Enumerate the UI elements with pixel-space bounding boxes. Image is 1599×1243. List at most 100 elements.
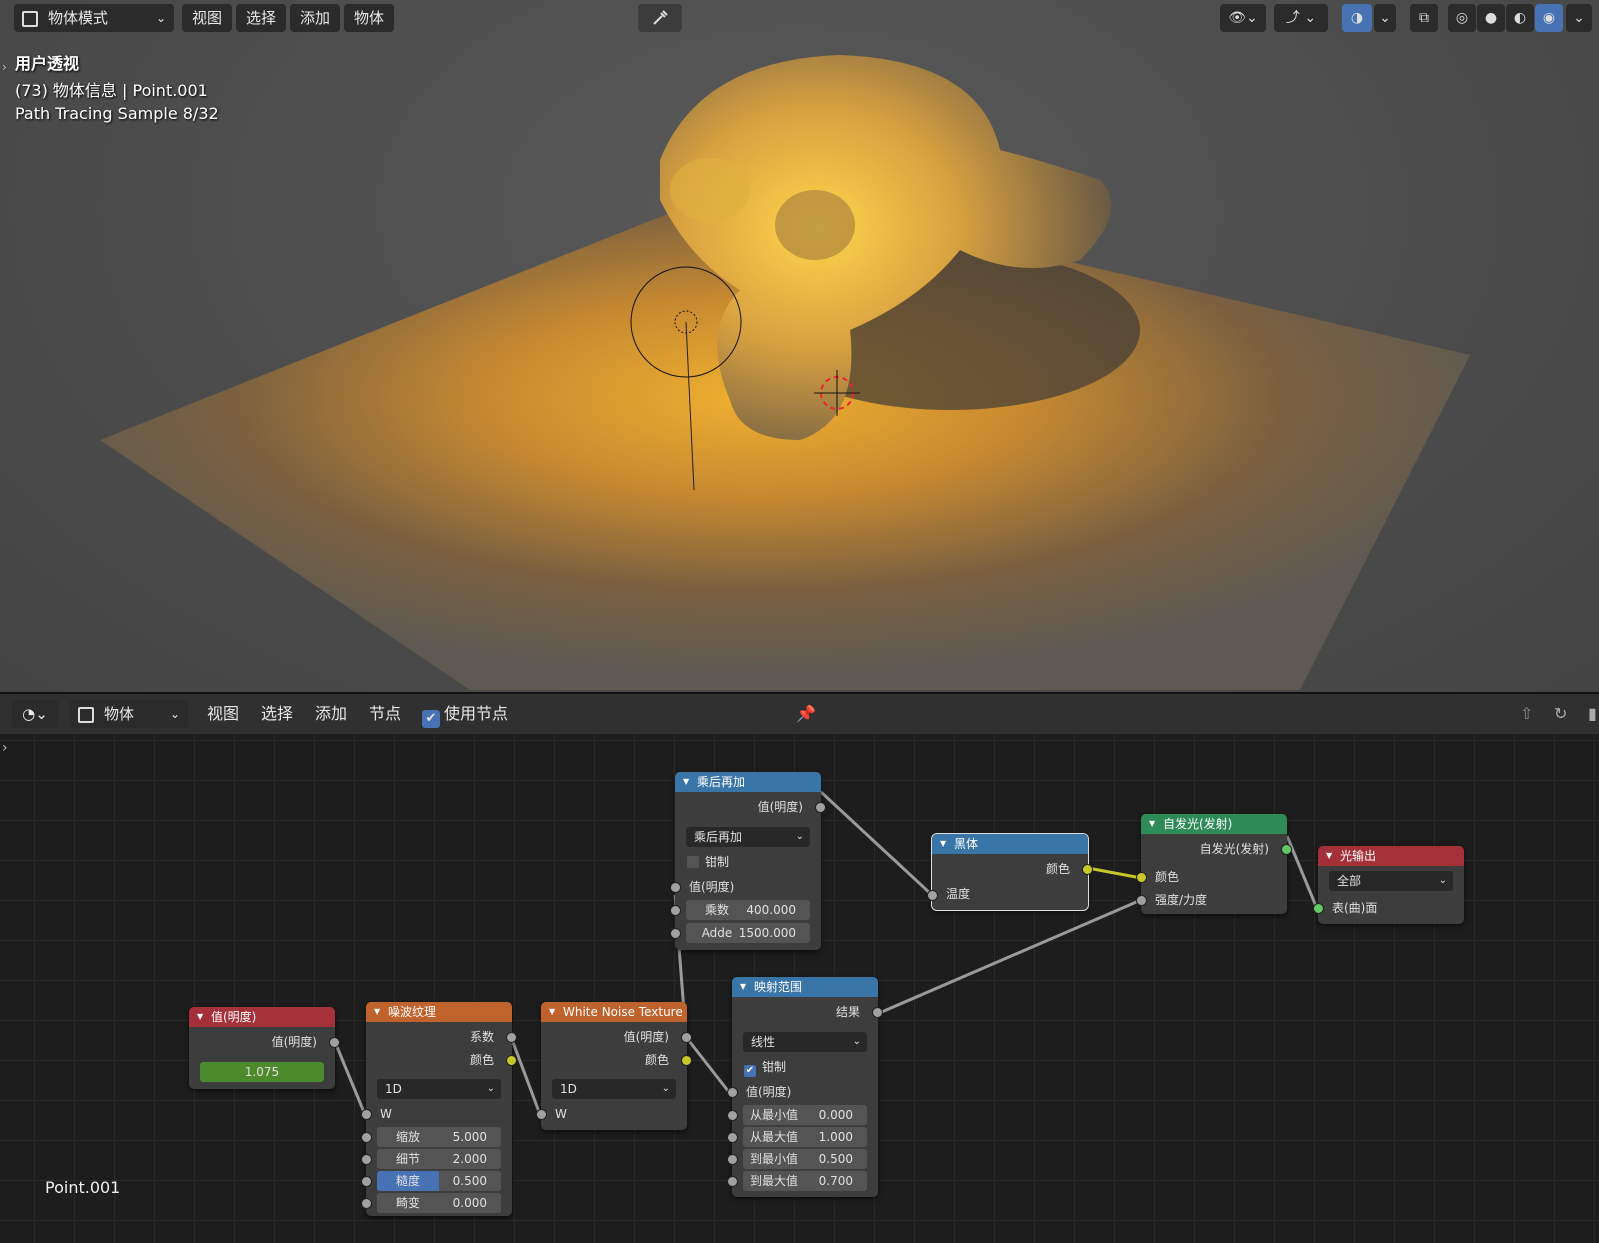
noise-distortion-value: 0.000 [452, 1196, 487, 1210]
noise-distortion-socket[interactable] [361, 1198, 372, 1209]
from-max-field[interactable]: 从最大值 1.000 [743, 1127, 867, 1147]
emission-strength-socket[interactable] [1136, 895, 1147, 906]
menu-select[interactable]: 选择 [236, 4, 286, 32]
noise-fac-socket[interactable] [506, 1032, 517, 1043]
white-noise-w-socket[interactable] [536, 1109, 547, 1120]
noise-scale-socket[interactable] [361, 1132, 372, 1143]
object-mode-label: 物体模式 [48, 9, 109, 27]
white-noise-dimension-dropdown[interactable]: 1D ⌄ [552, 1079, 676, 1099]
map-range-input-socket[interactable] [727, 1087, 738, 1098]
noise-color-socket[interactable] [506, 1055, 517, 1066]
map-range-clamp-checkbox[interactable]: ✔ 钳制 [744, 1059, 786, 1077]
gizmo-icon[interactable]: ⤴ ⌄ [1274, 4, 1328, 32]
link-noise-to-whitenoise [509, 1036, 543, 1118]
material-shading-icon[interactable]: ◐ [1506, 4, 1534, 32]
light-output-header[interactable]: 光输出 [1318, 846, 1464, 866]
interpolation-dropdown[interactable]: 线性 ⌄ [743, 1032, 867, 1052]
visibility-icon[interactable]: 👁⌄ [1220, 4, 1266, 32]
chevron-down-icon[interactable]: ⌄ [1374, 4, 1396, 32]
noise-detail-socket[interactable] [361, 1154, 372, 1165]
wireframe-shading-icon[interactable]: ◎ [1448, 4, 1476, 32]
chevron-down-icon: ⌄ [155, 11, 166, 25]
multiply-add-output-socket[interactable] [815, 802, 826, 813]
to-max-field[interactable]: 到最大值 0.700 [743, 1171, 867, 1191]
noise-scale-label: 缩放 [395, 1130, 420, 1144]
emission-strength-label: 强度/力度 [1155, 893, 1208, 907]
emission-header[interactable]: 自发光(发射) [1141, 814, 1287, 834]
noise-node-header[interactable]: 噪波纹理 [366, 1002, 512, 1022]
addend-value: 1500.000 [738, 926, 796, 940]
value-field-value: 1.075 [244, 1065, 280, 1079]
noise-roughness-socket[interactable] [361, 1176, 372, 1187]
overlays-icon[interactable]: ◑ [1342, 4, 1372, 32]
white-noise-value-socket[interactable] [681, 1032, 692, 1043]
noise-scale-field[interactable]: 缩放 5.000 [377, 1127, 501, 1147]
white-noise-color-socket[interactable] [681, 1055, 692, 1066]
output-target-value: 全部 [1337, 874, 1362, 888]
map-range-header[interactable]: 映射范围 [732, 977, 878, 997]
monkey-eye [775, 190, 855, 260]
emission-node[interactable]: 自发光(发射) 自发光(发射) 颜色 强度/力度 [1136, 814, 1292, 914]
object-mode-dropdown[interactable]: 物体模式 ⌄ [14, 4, 174, 32]
output-target-dropdown[interactable]: 全部 ⌄ [1329, 871, 1453, 891]
rendered-shading-icon[interactable]: ◉ [1535, 4, 1563, 32]
from-max-socket[interactable] [727, 1132, 738, 1143]
checkbox-icon [687, 856, 699, 868]
noise-roughness-field[interactable]: 糙度 0.500 [377, 1171, 501, 1191]
from-min-field[interactable]: 从最小值 0.000 [743, 1105, 867, 1125]
value-node[interactable]: 值(明度) 值(明度) 1.075 [189, 1007, 340, 1089]
math-operation-value: 乘后再加 [694, 830, 743, 844]
white-noise-dimension-value: 1D [560, 1082, 577, 1096]
chevron-down-icon[interactable]: ⌄ [1566, 4, 1592, 32]
map-range-result-socket[interactable] [872, 1007, 883, 1018]
to-min-field[interactable]: 到最小值 0.500 [743, 1149, 867, 1169]
blackbody-node[interactable]: 黑体 颜色 温度 [927, 833, 1093, 911]
noise-texture-node[interactable]: 噪波纹理 系数 颜色 1D ⌄ W 缩放 5.000 细节 2.000 糙度 0.500… [361, 1002, 517, 1216]
multiplier-socket[interactable] [670, 905, 681, 916]
light-output-node[interactable]: 光输出 全部 ⌄ 表(曲)面 [1313, 846, 1464, 924]
noise-dimension-dropdown[interactable]: 1D ⌄ [377, 1079, 501, 1099]
node-editor[interactable]: ◔⌄ 物体⌄ 视图 选择 添加 节点 ✔使用节点 📌 ⇧ ↻ ▮ › 值(明度) [0, 694, 1599, 1243]
noise-detail-label: 细节 [395, 1152, 420, 1166]
eyedropper-icon[interactable] [638, 4, 682, 32]
value-field[interactable]: 1.075 [200, 1062, 324, 1082]
menu-view[interactable]: 视图 [182, 4, 232, 32]
view-name: 用户透视 [15, 54, 80, 73]
multiplier-field[interactable]: 乘数 400.000 [686, 900, 810, 920]
menu-object[interactable]: 物体 [344, 4, 394, 32]
emission-output-socket[interactable] [1281, 844, 1292, 855]
light-output-surface-socket[interactable] [1313, 903, 1324, 914]
white-noise-w-label: W [555, 1107, 567, 1121]
xray-icon[interactable]: ⧉ [1410, 4, 1438, 32]
addend-field[interactable]: Adde 1500.000 [686, 923, 810, 943]
noise-w-socket[interactable] [361, 1109, 372, 1120]
chevron-down-icon: ⌄ [1438, 875, 1447, 886]
value-output-label: 值(明度) [271, 1035, 317, 1049]
multiply-add-header[interactable]: 乘后再加 [675, 772, 821, 792]
noise-distortion-field[interactable]: 畸变 0.000 [377, 1193, 501, 1213]
white-noise-node[interactable]: White Noise Texture 值(明度) 颜色 1D ⌄ W [536, 1002, 692, 1130]
3d-viewport[interactable]: 物体模式 ⌄ 视图 选择 添加 物体 👁⌄ ⤴ ⌄ ◑ ⌄ ⧉ ◎ ● ◐ ◉ ⌄… [0, 0, 1599, 694]
to-min-socket[interactable] [727, 1154, 738, 1165]
addend-socket[interactable] [670, 928, 681, 939]
to-max-socket[interactable] [727, 1176, 738, 1187]
multiply-add-clamp-checkbox[interactable]: 钳制 [687, 854, 729, 870]
from-max-label: 从最大值 [749, 1130, 798, 1144]
math-operation-dropdown[interactable]: 乘后再加 ⌄ [686, 827, 810, 847]
solid-shading-icon[interactable]: ● [1477, 4, 1505, 32]
white-noise-header[interactable]: White Noise Texture [541, 1002, 687, 1022]
emission-color-socket[interactable] [1136, 872, 1147, 883]
from-min-socket[interactable] [727, 1110, 738, 1121]
multiply-add-node[interactable]: 乘后再加 值(明度) 乘后再加 ⌄ 钳制 值(明度) 乘数 400.000 Adde… [670, 772, 826, 950]
blackbody-color-socket[interactable] [1082, 864, 1093, 875]
multiply-add-output-label: 值(明度) [757, 800, 803, 814]
value-node-header[interactable]: 值(明度) [189, 1007, 335, 1027]
blackbody-header[interactable]: 黑体 [932, 834, 1088, 854]
sidebar-toggle-icon[interactable]: › [2, 60, 7, 74]
menu-add[interactable]: 添加 [290, 4, 340, 32]
blackbody-temperature-socket[interactable] [927, 890, 938, 901]
noise-detail-field[interactable]: 细节 2.000 [377, 1149, 501, 1169]
map-range-node[interactable]: 映射范围 结果 线性 ⌄ ✔ 钳制 值(明度) 从最小值 0.000 从最大值 1.00… [727, 977, 883, 1197]
multiply-add-input-socket[interactable] [670, 882, 681, 893]
value-output-socket[interactable] [329, 1037, 340, 1048]
